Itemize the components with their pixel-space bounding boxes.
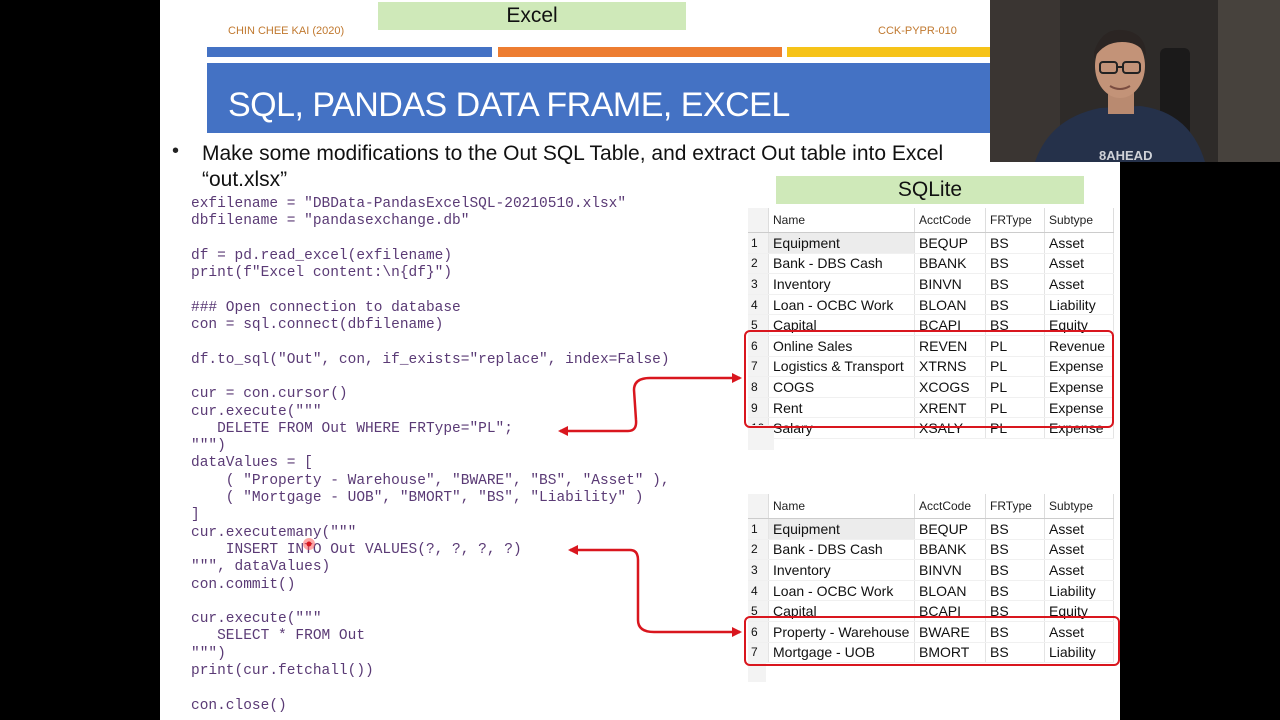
presenter-webcam: 8AHEAD — [990, 0, 1280, 162]
annotation-arrows — [303, 373, 742, 637]
arrow-insert-to-table — [568, 545, 742, 637]
arrow-delete-to-table — [558, 373, 742, 436]
presenter-video: 8AHEAD — [990, 0, 1280, 162]
shirt-print: 8AHEAD — [1099, 148, 1152, 162]
slide: Excel CHIN CHEE KAI (2020) CCK-PYPR-010 … — [160, 0, 1120, 720]
